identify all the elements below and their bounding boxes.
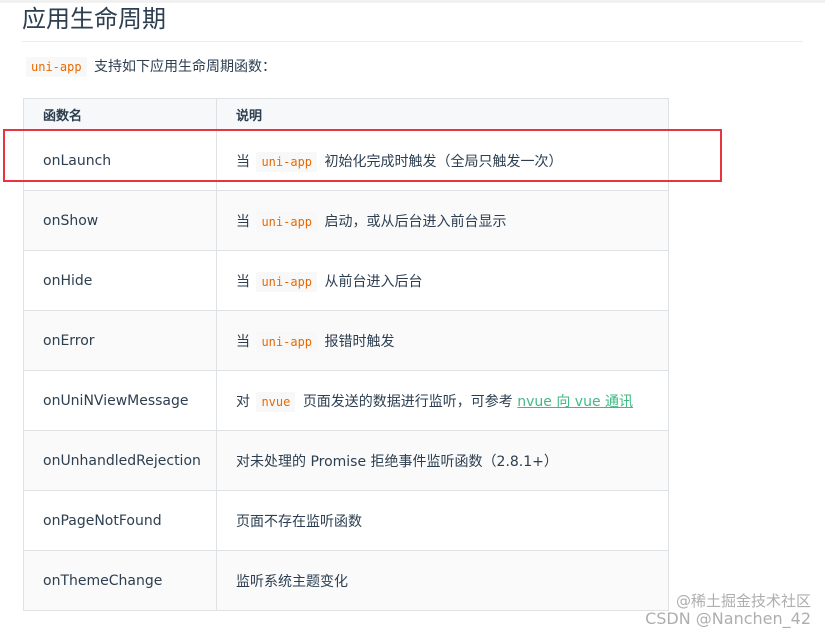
inline-code: uni-app xyxy=(256,331,318,352)
function-name-cell: onPageNotFound xyxy=(23,490,217,551)
function-name-cell: onShow xyxy=(23,190,217,251)
inline-code: nvue xyxy=(256,391,296,412)
nvue-vue-communication-link[interactable]: nvue 向 vue 通讯 xyxy=(517,394,633,410)
table-row: onHide 当 uni-app 从前台进入后台 xyxy=(23,250,669,311)
description-cell: 监听系统主题变化 xyxy=(216,550,669,611)
desc-text: 页面发送的数据进行监听，可参考 xyxy=(302,393,513,410)
desc-prefix: 当 xyxy=(236,273,250,290)
desc-text: 报错时触发 xyxy=(324,333,395,350)
lifecycle-table: 函数名 说明 onLaunch 当 uni-app 初始化完成时触发（全局只触发… xyxy=(23,98,669,611)
desc-prefix: 当 xyxy=(236,213,250,230)
header-description: 说明 xyxy=(216,98,669,131)
watermark: @稀土掘金技术社区 CSDN @Nanchen_42 xyxy=(645,592,811,628)
table-row: onPageNotFound 页面不存在监听函数 xyxy=(23,490,669,551)
table-row: onError 当 uni-app 报错时触发 xyxy=(23,310,669,371)
page-title: 应用生命周期 xyxy=(22,5,166,33)
desc-text: 从前台进入后台 xyxy=(324,273,423,290)
function-name-cell: onUnhandledRejection xyxy=(23,430,217,491)
table-header-row: 函数名 说明 xyxy=(23,98,669,131)
header-function-name: 函数名 xyxy=(23,98,217,131)
description-cell: 当 uni-app 启动，或从后台进入前台显示 xyxy=(216,190,669,251)
desc-prefix: 当 xyxy=(236,333,250,350)
description-cell: 对未处理的 Promise 拒绝事件监听函数（2.8.1+） xyxy=(216,430,669,491)
description-cell: 当 uni-app 从前台进入后台 xyxy=(216,250,669,311)
table-row: onUnhandledRejection 对未处理的 Promise 拒绝事件监… xyxy=(23,430,669,491)
intro-paragraph: uni-app 支持如下应用生命周期函数： xyxy=(24,56,276,78)
inline-code: uni-app xyxy=(256,271,318,292)
function-name-cell: onUniNViewMessage xyxy=(23,370,217,431)
table-row: onThemeChange 监听系统主题变化 xyxy=(23,550,669,611)
desc-text: 初始化完成时触发（全局只触发一次） xyxy=(324,153,563,170)
watermark-csdn: CSDN @Nanchen_42 xyxy=(645,609,811,628)
table-row: onLaunch 当 uni-app 初始化完成时触发（全局只触发一次） xyxy=(23,130,669,191)
description-cell: 页面不存在监听函数 xyxy=(216,490,669,551)
function-name-cell: onLaunch xyxy=(23,130,217,191)
title-underline xyxy=(22,41,803,42)
table-row: onUniNViewMessage 对 nvue 页面发送的数据进行监听，可参考… xyxy=(23,370,669,431)
desc-prefix: 当 xyxy=(236,153,250,170)
inline-code: uni-app xyxy=(256,151,318,172)
description-cell: 当 uni-app 初始化完成时触发（全局只触发一次） xyxy=(216,130,669,191)
watermark-juejin: @稀土掘金技术社区 xyxy=(675,592,811,610)
inline-code: uni-app xyxy=(26,57,87,77)
description-cell: 当 uni-app 报错时触发 xyxy=(216,310,669,371)
inline-code: uni-app xyxy=(256,211,318,232)
description-cell: 对 nvue 页面发送的数据进行监听，可参考 nvue 向 vue 通讯 xyxy=(216,370,669,431)
intro-text: 支持如下应用生命周期函数： xyxy=(94,59,277,75)
function-name-cell: onHide xyxy=(23,250,217,311)
table-row: onShow 当 uni-app 启动，或从后台进入前台显示 xyxy=(23,190,669,251)
function-name-cell: onThemeChange xyxy=(23,550,217,611)
desc-text: 启动，或从后台进入前台显示 xyxy=(324,213,507,230)
doc-page: 应用生命周期 uni-app 支持如下应用生命周期函数： 函数名 说明 onLa… xyxy=(0,0,825,634)
function-name-cell: onError xyxy=(23,310,217,371)
desc-prefix: 对 xyxy=(236,393,250,410)
